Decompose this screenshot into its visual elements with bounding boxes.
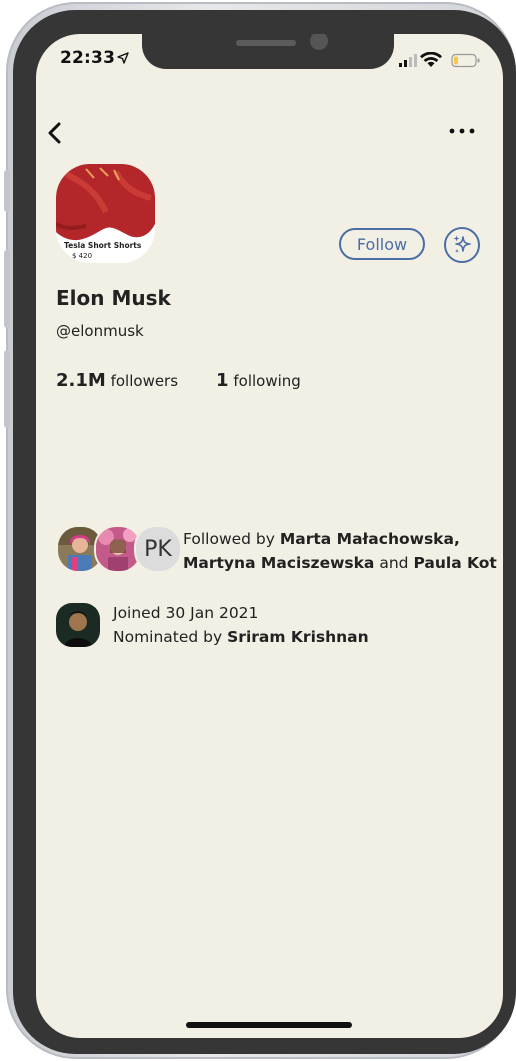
signal-icon [399,54,417,67]
followed-by-text: Followed by Marta Małachowska, Martyna M… [183,530,497,572]
home-indicator [186,1022,352,1028]
mutual-follower-3[interactable]: Paula Kot [413,554,496,572]
profile-name: Elon Musk [56,286,171,310]
battery-icon [451,53,480,68]
profile-handle: @elonmusk [56,322,144,340]
nominator-avatar[interactable] [56,603,100,647]
notch [142,34,394,69]
speaker [236,40,296,46]
avatar-paula-initials: PK [134,525,182,573]
photo-caption: Tesla Short Shorts [64,241,142,250]
followers-link[interactable]: 2.1M followers [56,370,179,391]
joined-date: Joined 30 Jan 2021 [113,604,259,622]
following-label: following [233,372,301,390]
status-icons [399,52,480,68]
nominated-by: Nominated by Sriram Krishnan [113,628,369,646]
following-link[interactable]: 1 following [216,370,301,391]
sparkle-icon [453,235,471,253]
mutual-follower-2[interactable]: Martyna Maciszewska [183,554,374,572]
notify-button[interactable] [444,227,480,263]
joined-info: Joined 30 Jan 2021 Nominated by Sriram K… [113,601,369,649]
back-chevron-icon[interactable] [46,120,64,146]
follow-button[interactable]: Follow [339,228,425,260]
mute-switch [4,170,10,212]
more-options-icon[interactable] [448,126,476,136]
follow-stats: 2.1M followers 1 following [56,370,301,391]
volume-down-button [4,350,10,428]
volume-up-button [4,250,10,328]
photo-price: $ 420 [72,252,93,260]
location-arrow-icon [117,52,129,64]
wifi-icon [420,52,442,67]
screen: 22:33 Tesla Short Shorts $ 420 Follow El… [36,34,503,1038]
profile-photo[interactable]: Tesla Short Shorts $ 420 [56,164,155,263]
mutual-followers-avatars[interactable]: PK [56,525,182,573]
camera [310,34,328,50]
mutual-follower-1[interactable]: Marta Małachowska, [280,530,460,548]
followers-count: 2.1M [56,370,106,391]
followers-label: followers [110,372,179,390]
following-count: 1 [216,370,229,391]
nominator-name[interactable]: Sriram Krishnan [227,628,369,646]
status-time: 22:33 [60,48,116,68]
